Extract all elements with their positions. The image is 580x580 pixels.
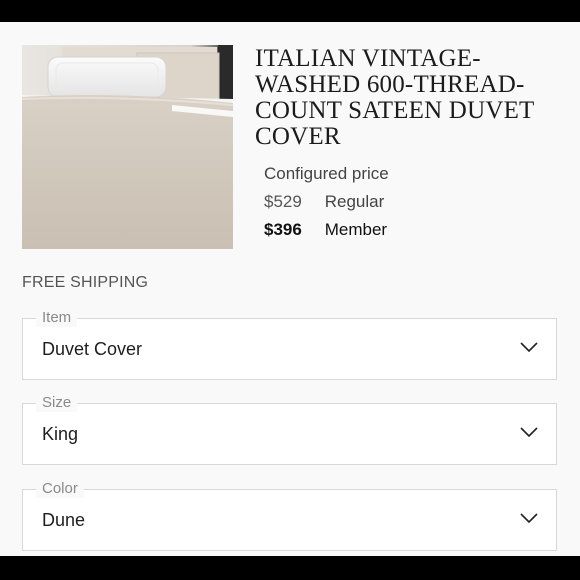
regular-price: $529	[264, 192, 302, 211]
price-block: Configured price $529 Regular $396 Membe…	[264, 160, 389, 244]
item-select-label: Item	[36, 309, 78, 327]
chevron-down-icon[interactable]	[520, 512, 538, 524]
chevron-down-icon[interactable]	[520, 341, 538, 353]
color-select-label: Color	[36, 480, 84, 498]
member-price-label: Member	[324, 220, 388, 239]
size-select[interactable]: Size King	[22, 394, 557, 465]
configured-price-label: Configured price	[264, 164, 389, 183]
color-select[interactable]: Color Dune	[22, 480, 557, 551]
bedding-photo-icon	[22, 45, 233, 249]
member-price: $396	[264, 220, 302, 239]
product-page: ITALIAN VINTAGE-WASHED 600-THREAD-COUNT …	[0, 22, 580, 556]
regular-price-label: Regular	[324, 192, 385, 211]
item-select-value: Duvet Cover	[42, 339, 143, 359]
item-select[interactable]: Item Duvet Cover	[22, 309, 557, 380]
free-shipping-label: FREE SHIPPING	[22, 274, 149, 291]
product-image[interactable]	[22, 45, 233, 249]
member-price-row: $396 Member	[264, 216, 389, 244]
size-select-label: Size	[36, 394, 78, 412]
size-select-value: King	[42, 424, 79, 444]
product-title: ITALIAN VINTAGE-WASHED 600-THREAD-COUNT …	[255, 45, 535, 150]
color-select-value: Dune	[42, 510, 86, 530]
chevron-down-icon[interactable]	[520, 426, 538, 438]
regular-price-row: $529 Regular	[264, 188, 389, 216]
